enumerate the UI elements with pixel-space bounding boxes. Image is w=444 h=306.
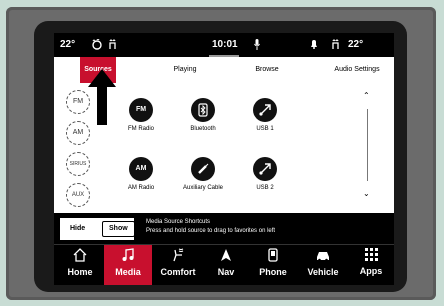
scroll-down-icon[interactable]: ⌄ xyxy=(363,189,370,198)
grid-icon xyxy=(348,248,394,266)
nav-vehicle[interactable]: Vehicle xyxy=(298,245,348,285)
nav-label: Comfort xyxy=(160,267,196,277)
notification-bell-icon[interactable] xyxy=(310,39,318,52)
show-button[interactable]: Show xyxy=(102,221,135,237)
aux-icon xyxy=(191,157,215,181)
infotainment-screen: 22° 10:01 22° Sources Playing Browse Aud… xyxy=(54,33,394,285)
microphone-icon xyxy=(254,39,260,53)
sources-panel: FM AM SIRIUS AUX FM FM Radio Bluetooth U… xyxy=(54,69,394,213)
usb-icon xyxy=(253,98,277,122)
source-bluetooth[interactable]: Bluetooth xyxy=(168,98,238,133)
hide-button[interactable]: Hide xyxy=(66,222,89,236)
usb-icon xyxy=(253,157,277,181)
bluetooth-icon xyxy=(191,98,215,122)
hide-show-toggle: Hide Show xyxy=(60,218,135,240)
clock: 10:01 xyxy=(212,39,238,50)
nav-home[interactable]: Home xyxy=(56,245,104,285)
status-bar: 22° 10:01 22° xyxy=(54,33,394,57)
tab-playing[interactable]: Playing xyxy=(160,57,210,83)
shortcut-strip: Hide Show Media Source Shortcuts Press a… xyxy=(54,213,394,244)
tab-browse[interactable]: Browse xyxy=(242,57,292,83)
shortcut-hint: Press and hold source to drag to favorit… xyxy=(146,228,276,234)
car-icon xyxy=(298,248,348,267)
nav-phone[interactable]: Phone xyxy=(248,245,298,285)
bottom-nav: Home Media Comfort Nav Phone Vehicle App… xyxy=(54,244,394,285)
heated-seat-right-icon[interactable] xyxy=(330,39,342,53)
am-radio-icon: AM xyxy=(129,157,153,181)
favorite-slot-fm[interactable]: FM xyxy=(66,90,90,114)
shortcut-title: Media Source Shortcuts xyxy=(146,219,211,225)
phone-icon xyxy=(248,248,298,267)
favorite-slot-aux[interactable]: AUX xyxy=(66,183,90,207)
nav-media[interactable]: Media xyxy=(104,245,152,285)
source-usb-1[interactable]: USB 1 xyxy=(230,98,300,133)
nav-comfort[interactable]: Comfort xyxy=(152,245,204,285)
nav-label: Phone xyxy=(259,267,287,277)
source-label: FM Radio xyxy=(127,126,154,132)
nav-label: Home xyxy=(67,267,93,277)
shortcut-message: Media Source Shortcuts Press and hold so… xyxy=(146,218,275,236)
favorite-slot-sirius[interactable]: SIRIUS xyxy=(66,152,90,176)
heated-steering-icon[interactable] xyxy=(90,38,104,53)
heated-seat-icon[interactable] xyxy=(108,39,118,53)
nav-navigation[interactable]: Nav xyxy=(204,245,248,285)
source-usb-2[interactable]: USB 2 xyxy=(230,157,300,192)
source-fm-radio[interactable]: FM FM Radio xyxy=(106,98,176,133)
nav-label: Apps xyxy=(359,266,383,276)
seat-fan-icon xyxy=(152,248,204,267)
home-icon xyxy=(56,248,104,267)
favorite-slot-am[interactable]: AM xyxy=(66,121,90,145)
tab-audio-settings[interactable]: Audio Settings xyxy=(324,57,390,83)
fm-radio-icon: FM xyxy=(129,98,153,122)
scrollbar-track[interactable] xyxy=(367,109,368,181)
navigation-arrow-icon xyxy=(204,248,248,267)
source-auxiliary-cable[interactable]: Auxiliary Cable xyxy=(168,157,238,192)
nav-label: Vehicle xyxy=(307,267,339,277)
source-label: Bluetooth xyxy=(190,126,216,132)
scroll-up-icon[interactable]: ⌃ xyxy=(363,91,370,100)
right-temperature[interactable]: 22° xyxy=(348,39,363,50)
nav-apps[interactable]: Apps xyxy=(348,245,394,285)
nav-label: Media xyxy=(115,267,141,277)
music-note-icon xyxy=(104,248,152,267)
source-label: AM Radio xyxy=(127,185,155,191)
nav-label: Nav xyxy=(217,267,235,277)
source-label: USB 2 xyxy=(256,185,274,191)
source-am-radio[interactable]: AM AM Radio xyxy=(106,157,176,192)
left-temperature[interactable]: 22° xyxy=(60,39,75,50)
source-label: Auxiliary Cable xyxy=(182,185,224,191)
source-label: USB 1 xyxy=(256,126,274,132)
